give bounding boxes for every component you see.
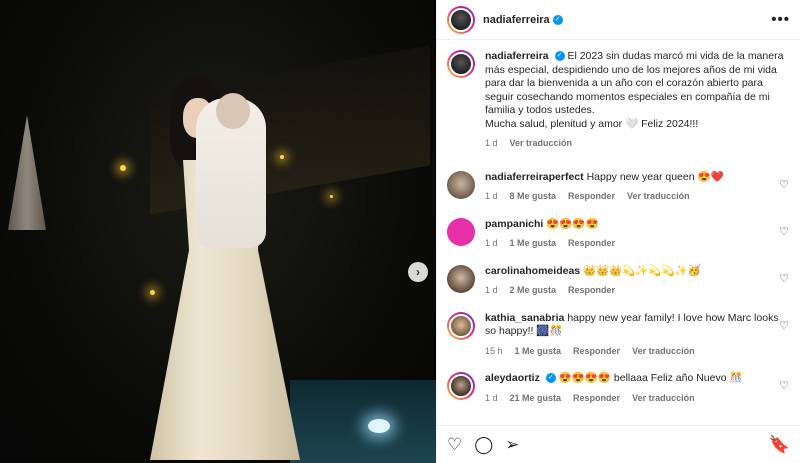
- like-comment-icon[interactable]: ♡: [778, 226, 790, 238]
- author-username[interactable]: nadiaferreira: [483, 14, 550, 26]
- comment-text: 👑👑👑💫✨💫💫✨🥳: [583, 264, 701, 277]
- commenter-avatar[interactable]: [447, 372, 475, 400]
- comment-time: 1 d: [485, 191, 498, 201]
- like-comment-icon[interactable]: ♡: [778, 320, 790, 332]
- comment-time: 15 h: [485, 345, 503, 356]
- like-comment-icon[interactable]: ♡: [778, 380, 790, 392]
- comment-item: carolinahomeideas 👑👑👑💫✨💫💫✨🥳 1 d 2 Me gus…: [447, 264, 790, 298]
- baby-head: [216, 93, 250, 129]
- comment-username[interactable]: pampanichi: [485, 218, 543, 230]
- comment-time: 1 d: [485, 285, 498, 295]
- like-icon[interactable]: ♡: [447, 435, 462, 455]
- comment-text: Happy new year queen 😍❤️: [586, 170, 724, 183]
- background-light: [120, 165, 126, 171]
- comment-likes[interactable]: 8 Me gusta: [510, 190, 557, 204]
- comment-text: 😍😍😍😍: [546, 217, 599, 230]
- background-pool: [290, 380, 436, 463]
- comment-username[interactable]: carolinahomeideas: [485, 265, 580, 277]
- commenter-avatar[interactable]: [447, 264, 475, 293]
- share-icon[interactable]: ➢: [505, 435, 519, 455]
- background-light: [280, 155, 284, 159]
- reply-button[interactable]: Responder: [568, 284, 615, 298]
- comment-username[interactable]: kathia_sanabria: [485, 312, 564, 324]
- comment-item: pampanichi 😍😍😍😍 1 d 1 Me gusta Responder…: [447, 217, 790, 251]
- comment-username[interactable]: nadiaferreiraperfect: [485, 171, 584, 183]
- reply-button[interactable]: Responder: [573, 345, 620, 359]
- comment-likes[interactable]: 1 Me gusta: [515, 345, 562, 359]
- reply-button[interactable]: Responder: [568, 237, 615, 251]
- translate-link[interactable]: Ver traducción: [632, 392, 695, 406]
- caption-author-avatar[interactable]: [447, 50, 475, 78]
- next-photo-button[interactable]: ›: [408, 262, 428, 282]
- commenter-avatar[interactable]: [447, 170, 475, 199]
- background-light: [150, 290, 155, 295]
- author-avatar[interactable]: [447, 5, 475, 34]
- comment-likes[interactable]: 2 Me gusta: [510, 284, 557, 298]
- comment-username[interactable]: aleydaortiz: [485, 372, 540, 384]
- caption-translate-link[interactable]: Ver traducción: [510, 137, 573, 151]
- comment-icon[interactable]: ◯: [474, 435, 493, 455]
- comment-likes[interactable]: 1 Me gusta: [510, 237, 557, 251]
- comment-item: aleydaortiz ✓ 😍😍😍😍 bellaaa Feliz año Nue…: [447, 372, 790, 405]
- background-light: [330, 195, 333, 198]
- caption-meta: 1 d Ver traducción: [485, 137, 790, 151]
- comments-list[interactable]: nadiaferreira ✓ El 2023 sin dudas marcó …: [437, 40, 800, 425]
- pool-light: [368, 419, 390, 433]
- comment-text: 😍😍😍😍 bellaaa Feliz año Nuevo 🎊: [558, 372, 743, 384]
- save-icon[interactable]: 🔖: [769, 435, 790, 455]
- translate-link[interactable]: Ver traducción: [627, 190, 690, 204]
- caption-author-username[interactable]: nadiaferreira: [485, 50, 549, 62]
- comment-time: 1 d: [485, 392, 498, 403]
- reply-button[interactable]: Responder: [573, 392, 620, 406]
- like-comment-icon[interactable]: ♡: [778, 273, 790, 285]
- caption-text-line2: Mucha salud, plenitud y amor 🤍 Feliz 202…: [485, 117, 699, 130]
- translate-link[interactable]: Ver traducción: [632, 345, 695, 359]
- comment-time: 1 d: [485, 238, 498, 248]
- background-umbrella: [8, 115, 46, 230]
- post-header: nadiaferreira ✓ •••: [437, 0, 800, 40]
- caption-time: 1 d: [485, 138, 498, 148]
- verified-icon: ✓: [554, 51, 565, 62]
- verified-icon: ✓: [545, 373, 556, 384]
- comment-item: nadiaferreiraperfect Happy new year quee…: [447, 170, 790, 204]
- reply-button[interactable]: Responder: [568, 190, 615, 204]
- commenter-avatar[interactable]: [447, 311, 475, 340]
- post-details-panel: nadiaferreira ✓ ••• nadiaferreira ✓ El 2…: [436, 0, 800, 463]
- more-options-icon[interactable]: •••: [771, 11, 790, 28]
- commenter-avatar[interactable]: [447, 217, 475, 246]
- post-caption: nadiaferreira ✓ El 2023 sin dudas marcó …: [447, 50, 790, 151]
- comment-item: kathia_sanabria happy new year family! I…: [447, 311, 790, 359]
- like-comment-icon[interactable]: ♡: [778, 179, 790, 191]
- post-actions-bar: ♡ ◯ ➢ 🔖: [437, 425, 800, 463]
- comment-likes[interactable]: 21 Me gusta: [510, 392, 562, 406]
- post-photo: ›: [0, 0, 436, 463]
- verified-icon: ✓: [552, 14, 563, 25]
